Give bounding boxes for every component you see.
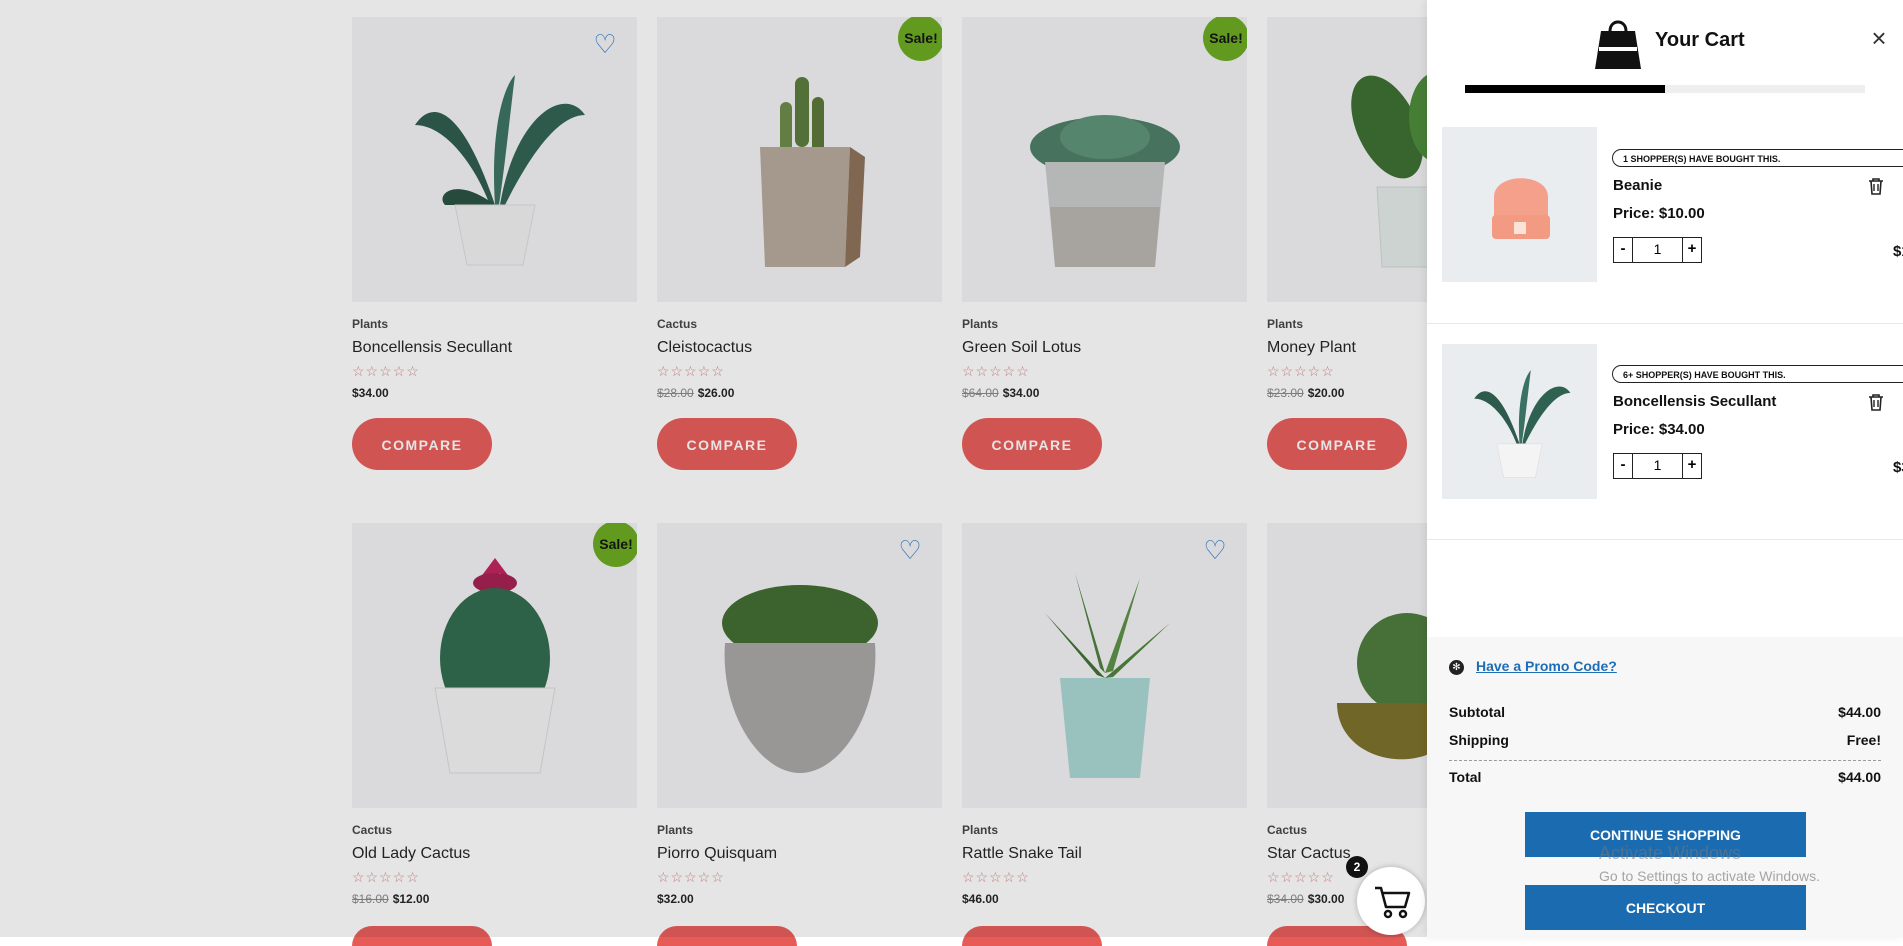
cart-item: 1 SHOPPER(S) HAVE BOUGHT THIS. Beanie Pr… <box>1427 107 1903 324</box>
modal-backdrop[interactable] <box>0 0 1427 937</box>
shopping-bag-icon <box>1595 20 1641 69</box>
windows-activation-title: Activate Windows <box>1599 843 1742 863</box>
cart-item: 6+ SHOPPER(S) HAVE BOUGHT THIS. Boncelle… <box>1427 323 1903 540</box>
windows-activation-subtitle: Go to Settings to activate Windows. <box>1599 868 1820 884</box>
checkout-button[interactable]: CHECKOUT <box>1525 885 1806 930</box>
total-row: Total $44.00 <box>1449 769 1881 785</box>
qty-input[interactable]: 1 <box>1632 454 1683 478</box>
qty-input[interactable]: 1 <box>1632 238 1683 262</box>
cart-item-image[interactable] <box>1442 127 1597 282</box>
subtotal-value: $44.00 <box>1838 704 1881 720</box>
floating-cart-button[interactable] <box>1357 867 1425 935</box>
cart-item-image[interactable] <box>1442 344 1597 499</box>
cart-drawer: Your Cart × 1 SHOPPER(S) HAVE BOUGHT THI… <box>1427 0 1903 937</box>
cart-header: Your Cart × <box>1427 0 1903 107</box>
cart-item-price: Price: $10.00 <box>1613 205 1705 222</box>
beanie-illustration <box>1492 178 1550 239</box>
progress-fill <box>1465 85 1665 93</box>
total-value: $44.00 <box>1838 769 1881 785</box>
summary-divider <box>1449 760 1881 761</box>
cart-item-name[interactable]: Boncellensis Secullant <box>1613 393 1776 410</box>
qty-minus-button[interactable]: - <box>1614 454 1632 478</box>
cart-item-line-total: $34 <box>1892 459 1903 476</box>
cart-icon <box>1375 886 1411 919</box>
promo-badge-icon: ✻ <box>1449 660 1464 675</box>
cart-summary: ✻ Have a Promo Code? Subtotal $44.00 Shi… <box>1427 637 1903 937</box>
shipping-row: Shipping Free! <box>1449 732 1881 748</box>
subtotal-row: Subtotal $44.00 <box>1449 704 1881 720</box>
quantity-stepper: - 1 + <box>1613 453 1702 479</box>
trash-icon[interactable] <box>1867 393 1885 411</box>
free-shipping-progress <box>1465 85 1865 93</box>
qty-plus-button[interactable]: + <box>1683 238 1701 262</box>
cart-count-badge: 2 <box>1346 856 1368 878</box>
qty-plus-button[interactable]: + <box>1683 454 1701 478</box>
close-icon[interactable]: × <box>1867 25 1891 51</box>
social-proof-badge: 6+ SHOPPER(S) HAVE BOUGHT THIS. <box>1612 365 1903 383</box>
cart-item-name[interactable]: Beanie <box>1613 177 1662 194</box>
shipping-value: Free! <box>1846 732 1881 748</box>
shipping-label: Shipping <box>1449 732 1509 748</box>
total-label: Total <box>1449 769 1482 785</box>
subtotal-label: Subtotal <box>1449 704 1505 720</box>
qty-minus-button[interactable]: - <box>1614 238 1632 262</box>
quantity-stepper: - 1 + <box>1613 237 1702 263</box>
social-proof-badge: 1 SHOPPER(S) HAVE BOUGHT THIS. <box>1612 149 1903 167</box>
cart-title: Your Cart <box>1655 29 1745 51</box>
promo-code-link[interactable]: Have a Promo Code? <box>1476 658 1617 674</box>
cart-item-line-total: $10 <box>1892 243 1903 260</box>
cart-item-price: Price: $34.00 <box>1613 421 1705 438</box>
succulent-illustration <box>1474 370 1571 478</box>
trash-icon[interactable] <box>1867 177 1885 195</box>
